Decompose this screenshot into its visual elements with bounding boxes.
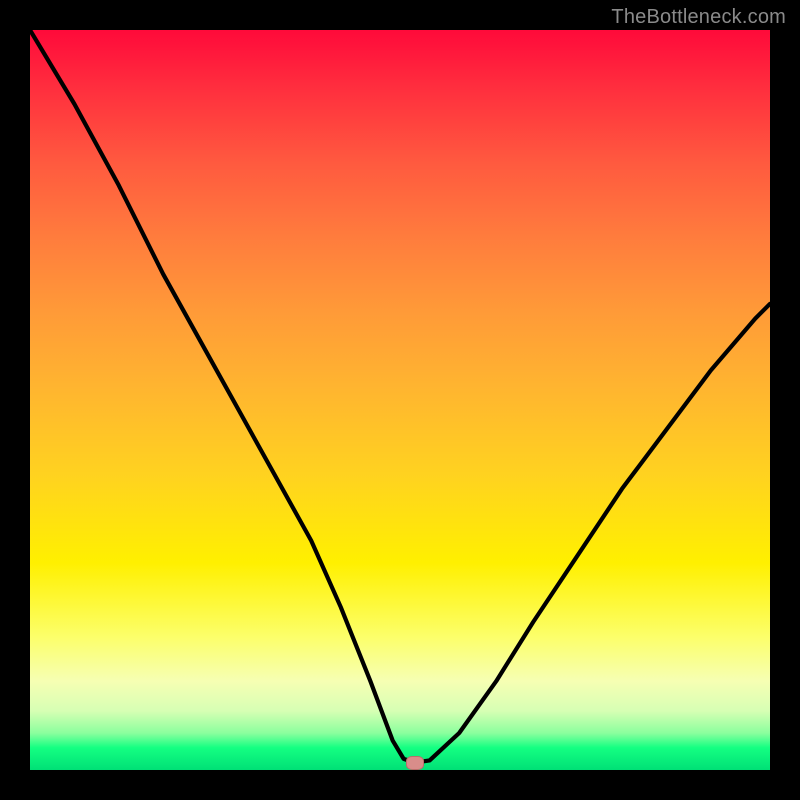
chart-frame: TheBottleneck.com — [0, 0, 800, 800]
bottleneck-curve — [30, 30, 770, 763]
watermark-text: TheBottleneck.com — [611, 6, 786, 29]
optimal-point-marker — [406, 756, 424, 770]
plot-area — [30, 30, 770, 770]
curve-svg — [30, 30, 770, 770]
